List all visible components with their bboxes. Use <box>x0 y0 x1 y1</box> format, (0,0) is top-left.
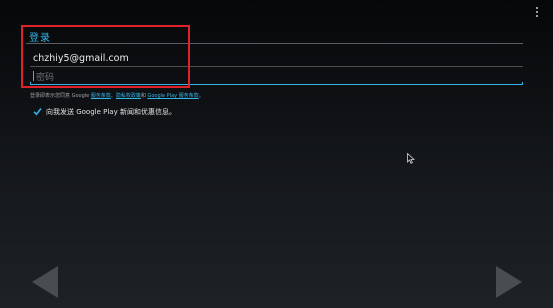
play-terms-link[interactable]: Google Play 服务条款 <box>147 93 198 99</box>
newsletter-checkbox[interactable] <box>33 107 42 116</box>
overflow-menu-icon[interactable] <box>535 6 539 20</box>
forward-arrow-icon[interactable] <box>495 265 523 299</box>
terms-suffix: 。 <box>198 93 204 99</box>
privacy-policy-link[interactable]: 隐私权政策 <box>116 93 141 99</box>
back-arrow-icon[interactable] <box>31 265 59 299</box>
terms-of-service-link[interactable]: 服务条款 <box>91 93 111 99</box>
highlight-box <box>21 25 190 88</box>
terms-prefix: 登录即表示您同意 Google <box>30 93 91 99</box>
checkmark-icon <box>33 108 42 116</box>
terms-text: 登录即表示您同意 Google 服务条款、隐私权政策和 Google Play … <box>30 92 204 99</box>
newsletter-label: 向我发送 Google Play 新闻和优惠信息。 <box>46 108 176 116</box>
mouse-pointer-icon <box>407 153 415 164</box>
